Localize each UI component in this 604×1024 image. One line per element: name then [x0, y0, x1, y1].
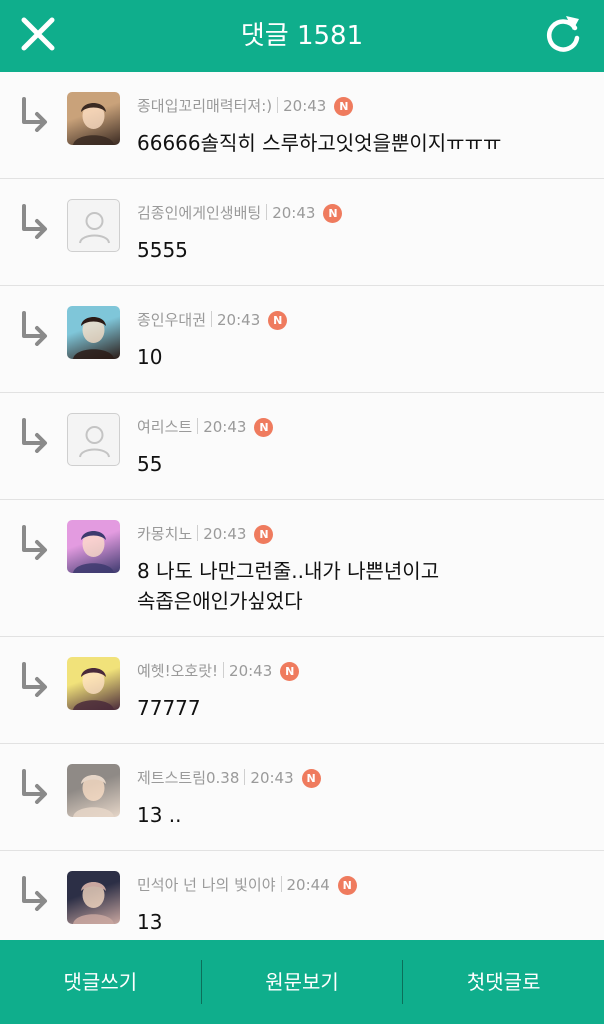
reply-arrow-icon — [22, 311, 47, 346]
avatar-photo-icon — [73, 775, 114, 817]
comment-row[interactable]: 예헷!오호랏! 20:43 N 77777 — [0, 637, 604, 744]
reply-arrow-icon — [22, 876, 47, 911]
avatar[interactable] — [67, 92, 120, 145]
reply-arrow-icon — [22, 525, 47, 560]
meta-separator — [211, 311, 213, 327]
comment-meta: 김종인에게인생배팅 20:43 N — [137, 201, 343, 225]
meta-separator — [197, 525, 199, 541]
reply-arrow-icon — [22, 97, 47, 132]
comment-author[interactable]: 김종인에게인생배팅 — [137, 204, 261, 222]
comment-meta: 제트스트림0.38 20:43 N — [137, 766, 321, 790]
comment-text: 8 나도 나만그런줄..내가 나쁜년이고 속좁은애인가싶었다 — [137, 559, 440, 613]
reply-arrow-icon — [22, 769, 47, 804]
first-comment-button[interactable]: 첫댓글로 — [403, 940, 604, 1024]
new-badge: N — [254, 418, 274, 437]
avatar[interactable] — [67, 764, 120, 817]
new-badge: N — [323, 204, 343, 223]
comment-row[interactable]: 여리스트 20:43 N 55 — [0, 393, 604, 500]
comment-row[interactable]: 김종인에게인생배팅 20:43 N 5555 — [0, 179, 604, 286]
page-title: 댓글 1581 — [240, 21, 364, 51]
meta-separator — [266, 204, 268, 220]
comment-row[interactable]: 제트스트림0.38 20:43 N 13 .. — [0, 744, 604, 851]
avatar[interactable] — [67, 199, 120, 252]
comment-meta: 여리스트 20:43 N — [137, 415, 274, 439]
refresh-icon[interactable] — [544, 12, 584, 56]
avatar-photo-icon — [73, 103, 114, 145]
comment-time: 20:43 — [272, 204, 316, 222]
comment-author[interactable]: 종대입꼬리매력터져:) — [137, 97, 272, 115]
reply-arrow-icon — [22, 204, 47, 239]
avatar[interactable] — [67, 871, 120, 924]
meta-separator — [277, 97, 279, 113]
comment-time: 20:43 — [203, 418, 247, 436]
comment-text: 13 .. — [137, 803, 182, 827]
reply-arrow-icon — [22, 662, 47, 697]
avatar[interactable] — [67, 306, 120, 359]
comment-time: 20:43 — [283, 97, 327, 115]
comment-text: 5555 — [137, 238, 188, 262]
new-badge: N — [268, 311, 288, 330]
avatar-photo-icon — [73, 317, 114, 359]
meta-separator — [244, 769, 246, 785]
comment-time: 20:43 — [250, 769, 294, 787]
comment-author[interactable]: 종인우대권 — [137, 311, 206, 329]
meta-separator — [280, 876, 282, 892]
avatar[interactable] — [67, 657, 120, 710]
meta-separator — [223, 662, 225, 678]
comment-meta: 예헷!오호랏! 20:43 N — [137, 659, 300, 683]
comment-text: 10 — [137, 345, 163, 369]
new-badge: N — [280, 662, 300, 681]
comment-text: 66666솔직히 스루하고잇엇을뿐이지ㅠㅠㅠ — [137, 131, 502, 155]
comment-meta: 종인우대권 20:43 N — [137, 308, 288, 332]
comment-row[interactable]: 종인우대권 20:43 N 10 — [0, 286, 604, 393]
comment-meta: 민석아 넌 나의 빛이야 20:44 N — [137, 873, 357, 897]
comment-time: 20:43 — [217, 311, 261, 329]
new-badge: N — [301, 769, 321, 788]
comment-text: 13 — [137, 910, 163, 934]
comment-author[interactable]: 카몽치노 — [137, 525, 192, 543]
comment-time: 20:43 — [229, 662, 273, 680]
avatar[interactable] — [67, 520, 120, 573]
comment-author[interactable]: 민석아 넌 나의 빛이야 — [137, 876, 276, 894]
write-comment-button[interactable]: 댓글쓰기 — [0, 940, 201, 1024]
comment-meta: 종대입꼬리매력터져:) 20:43 N — [137, 94, 354, 118]
avatar-photo-icon — [73, 882, 114, 924]
view-original-button[interactable]: 원문보기 — [202, 940, 403, 1024]
comment-row[interactable]: 카몽치노 20:43 N 8 나도 나만그런줄..내가 나쁜년이고 속좁은애인가싶었다 — [0, 500, 604, 637]
comment-row[interactable]: 종대입꼬리매력터져:) 20:43 N 66666솔직히 스루하고잇엇을뿐이지ㅠㅠㅠ — [0, 72, 604, 179]
avatar-photo-icon — [73, 668, 114, 710]
comment-time: 20:43 — [203, 525, 247, 543]
bottom-bar: 댓글쓰기 원문보기 첫댓글로 — [0, 940, 604, 1024]
comment-text: 77777 — [137, 696, 201, 720]
comment-author[interactable]: 제트스트림0.38 — [137, 769, 239, 787]
reply-arrow-icon — [22, 418, 47, 453]
comment-author[interactable]: 예헷!오호랏! — [137, 662, 218, 680]
avatar[interactable] — [67, 413, 120, 466]
new-badge: N — [254, 525, 274, 544]
avatar-photo-icon — [73, 531, 114, 573]
comment-time: 20:44 — [286, 876, 330, 894]
new-badge: N — [334, 97, 354, 116]
comment-row[interactable]: 민석아 넌 나의 빛이야 20:44 N 13 — [0, 851, 604, 940]
comment-text: 55 — [137, 452, 163, 476]
default-user-icon — [79, 426, 110, 458]
top-bar: 댓글 1581 — [0, 0, 604, 72]
comment-list[interactable]: 종대입꼬리매력터져:) 20:43 N 66666솔직히 스루하고잇엇을뿐이지ㅠㅠㅠ 김… — [0, 72, 604, 940]
new-badge: N — [337, 876, 357, 895]
default-user-icon — [79, 212, 110, 244]
meta-separator — [197, 418, 199, 434]
comment-meta: 카몽치노 20:43 N — [137, 522, 274, 546]
comment-author[interactable]: 여리스트 — [137, 418, 192, 436]
